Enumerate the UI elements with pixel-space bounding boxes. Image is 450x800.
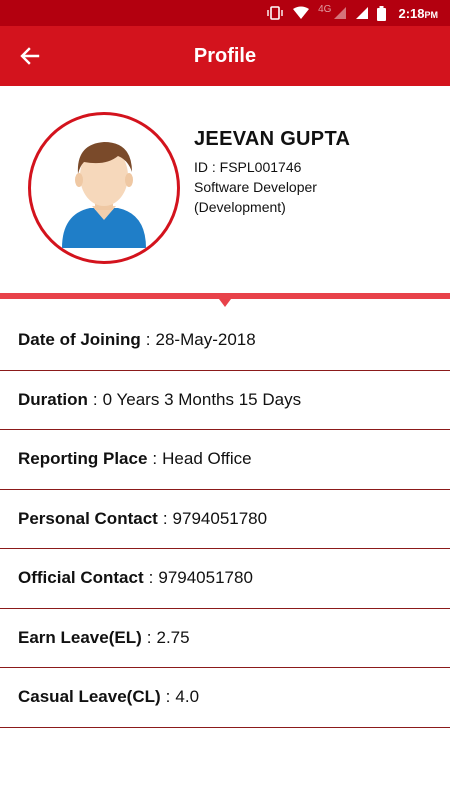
detail-value: 9794051780: [172, 508, 268, 528]
detail-separator: :: [92, 389, 98, 409]
detail-value: 4.0: [175, 687, 200, 707]
arrow-left-icon: [20, 47, 40, 65]
detail-separator: :: [145, 330, 151, 350]
profile-name: JEEVAN GUPTA: [194, 128, 351, 150]
back-button[interactable]: [14, 40, 46, 72]
detail-row-official-contact: Official Contact:9794051780: [0, 549, 450, 609]
avatar[interactable]: [28, 112, 180, 264]
detail-separator: :: [152, 449, 158, 469]
status-time: 2:18PM: [398, 5, 439, 21]
detail-label: Duration: [18, 389, 88, 409]
detail-separator: :: [148, 568, 154, 588]
divider-pointer-icon: [219, 299, 231, 307]
detail-value: 2.75: [156, 627, 190, 647]
designation: Software Developer: [194, 179, 317, 195]
profile-info: JEEVAN GUPTA ID : FSPL001746 Software De…: [194, 128, 434, 217]
detail-value: Head Office: [162, 449, 252, 469]
detail-row-duration: Duration:0 Years 3 Months 15 Days: [0, 371, 450, 430]
detail-label: Reporting Place: [18, 449, 148, 469]
detail-row-casual-leave: Casual Leave(CL):4.0: [0, 668, 450, 728]
signal-icon: [333, 6, 347, 20]
detail-row-reporting-place: Reporting Place: Head Office: [0, 430, 450, 490]
employee-id: ID : FSPL001746: [194, 159, 302, 175]
app-bar: Profile: [0, 26, 450, 86]
wifi-icon: [292, 6, 310, 20]
detail-separator: :: [146, 627, 152, 647]
vibrate-icon: [266, 6, 284, 20]
person-avatar-icon: [62, 142, 146, 248]
detail-row-date-of-joining: Date of Joining:28-May-2018: [0, 311, 450, 371]
signal-icon: [355, 6, 369, 20]
detail-label: Official Contact: [18, 568, 144, 588]
detail-label: Date of Joining: [18, 330, 141, 350]
status-time-ampm: PM: [424, 9, 439, 20]
battery-icon: [377, 5, 387, 21]
detail-label: Personal Contact: [18, 508, 158, 528]
details-list: Date of Joining:28-May-2018 Duration:0 Y…: [0, 311, 450, 728]
detail-row-personal-contact: Personal Contact:9794051780: [0, 490, 450, 549]
department: (Development): [194, 199, 286, 215]
detail-separator: :: [165, 687, 171, 707]
detail-separator: :: [162, 508, 168, 528]
profile-header: JEEVAN GUPTA ID : FSPL001746 Software De…: [0, 86, 450, 294]
detail-value: 28-May-2018: [155, 330, 256, 350]
detail-value: 9794051780: [158, 568, 253, 588]
page-title: Profile: [193, 44, 257, 67]
network-type-label: 4G: [318, 3, 332, 15]
detail-value: 0 Years 3 Months 15 Days: [102, 389, 302, 409]
detail-label: Casual Leave(CL): [18, 687, 161, 707]
status-bar: 4G 2:18PM: [0, 0, 450, 26]
detail-row-earn-leave: Earn Leave(EL):2.75: [0, 609, 450, 668]
detail-label: Earn Leave(EL): [18, 627, 142, 647]
